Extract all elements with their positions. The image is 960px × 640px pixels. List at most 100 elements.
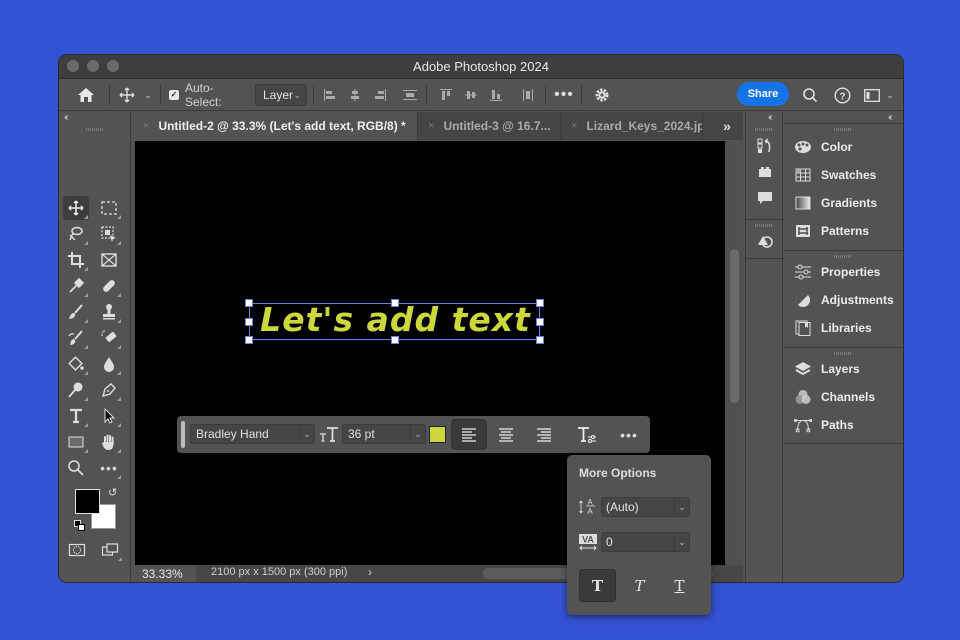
home-button[interactable]	[73, 79, 99, 111]
align-vertical-centers-button[interactable]	[462, 79, 480, 111]
leading-dropdown[interactable]: (Auto) ⌄	[601, 497, 690, 517]
move-tool[interactable]	[63, 196, 89, 220]
align-text-center-button[interactable]	[488, 419, 524, 450]
vertical-scrollbar[interactable]	[725, 141, 743, 565]
toolbar-grip[interactable]	[86, 128, 104, 131]
blur-tool[interactable]	[96, 352, 122, 376]
close-tab-icon[interactable]: ×	[571, 120, 577, 132]
collapse-dock-icon[interactable]: ‹‹	[768, 112, 772, 123]
text-color-swatch[interactable]	[429, 426, 446, 443]
shapes-panel-button[interactable]	[755, 230, 775, 250]
zoom-tool[interactable]	[63, 456, 89, 480]
default-colors-button[interactable]	[74, 520, 85, 531]
panel-channels[interactable]: Channels	[794, 385, 875, 409]
distribute-horizontal-button[interactable]	[519, 79, 537, 111]
text-layer-bounding-box[interactable]: Let's add text	[245, 299, 544, 344]
panel-patterns[interactable]: Patterns	[794, 219, 869, 243]
workspace-chevron-icon[interactable]: ⌄	[885, 79, 895, 111]
align-top-edges-button[interactable]	[437, 79, 455, 111]
tracking-dropdown[interactable]: 0 ⌄	[601, 532, 690, 552]
panel-properties[interactable]: Properties	[794, 260, 880, 284]
marquee-tool[interactable]	[96, 196, 122, 220]
auto-select-checkbox[interactable]: ✓	[168, 79, 180, 111]
transform-handle[interactable]	[245, 318, 253, 326]
swap-colors-button[interactable]: ↺	[108, 487, 120, 499]
underline-style-button[interactable]: T	[661, 569, 698, 602]
brush-tool[interactable]	[63, 300, 89, 324]
collapse-toolbar-icon[interactable]: ‹‹	[64, 112, 68, 123]
transform-handle[interactable]	[245, 299, 253, 307]
status-menu-chevron-icon[interactable]: ›	[368, 565, 372, 579]
share-button[interactable]: Share	[737, 82, 789, 106]
edit-toolbar-button[interactable]: •••	[96, 456, 122, 480]
eyedropper-tool[interactable]	[63, 274, 89, 298]
path-selection-tool[interactable]	[96, 404, 122, 428]
search-button[interactable]	[800, 79, 820, 111]
text-more-options-button[interactable]	[569, 419, 605, 450]
workspace-button[interactable]	[863, 79, 881, 111]
vertical-scrollbar-thumb[interactable]	[730, 249, 739, 403]
transform-handle[interactable]	[391, 299, 399, 307]
collapse-panels-icon[interactable]: ‹‹	[888, 112, 892, 123]
auto-select-target-dropdown[interactable]: Layer ⌄	[255, 84, 307, 106]
move-tool-options-button[interactable]	[117, 79, 137, 111]
more-tabs-button[interactable]: »	[715, 112, 739, 140]
panel-gradients[interactable]: Gradients	[794, 191, 877, 215]
font-size-dropdown[interactable]: 36 pt ⌄	[342, 424, 426, 444]
transform-handle[interactable]	[536, 299, 544, 307]
screen-mode-button[interactable]	[97, 538, 123, 562]
healing-brush-tool[interactable]	[96, 274, 122, 298]
distribute-vertical-button[interactable]	[401, 79, 419, 111]
align-right-edges-button[interactable]	[371, 79, 389, 111]
transform-handle[interactable]	[536, 318, 544, 326]
zoom-level[interactable]: 33.33%	[133, 565, 196, 582]
regular-style-button[interactable]: T	[579, 569, 616, 602]
task-bar-drag-handle[interactable]	[181, 421, 185, 448]
help-button[interactable]: ?	[832, 79, 852, 111]
pen-tool[interactable]	[96, 378, 122, 402]
close-tab-icon[interactable]: ×	[428, 120, 434, 132]
dodge-tool[interactable]	[63, 378, 89, 402]
align-left-edges-button[interactable]	[321, 79, 339, 111]
tab-untitled-3[interactable]: × Untitled-3 @ 16.7...	[418, 112, 561, 140]
comments-panel-button[interactable]	[755, 188, 775, 208]
type-tool[interactable]	[63, 404, 89, 428]
paint-bucket-tool[interactable]	[63, 352, 89, 376]
align-bottom-edges-button[interactable]	[487, 79, 505, 111]
transform-handle[interactable]	[245, 336, 253, 344]
foreground-color-swatch[interactable]	[75, 489, 100, 514]
settings-button[interactable]	[591, 79, 613, 111]
actions-panel-button[interactable]	[755, 162, 775, 182]
more-options-button[interactable]: •••	[553, 79, 575, 111]
panel-paths[interactable]: Paths	[794, 413, 854, 437]
transform-handle[interactable]	[536, 336, 544, 344]
panel-layers[interactable]: Layers	[794, 357, 860, 381]
hand-tool[interactable]	[96, 430, 122, 454]
history-brush-tool[interactable]	[63, 326, 89, 350]
font-family-dropdown[interactable]: Bradley Hand ⌄	[190, 424, 315, 444]
frame-tool[interactable]	[96, 248, 122, 272]
panel-color[interactable]: Color	[794, 135, 852, 159]
clone-stamp-tool[interactable]	[96, 300, 122, 324]
tool-preset-chevron-icon[interactable]: ⌄	[142, 79, 154, 111]
crop-tool[interactable]	[63, 248, 89, 272]
align-text-left-button[interactable]	[451, 419, 487, 450]
panel-swatches[interactable]: Swatches	[794, 163, 876, 187]
tab-lizard-keys[interactable]: × Lizard_Keys_2024.jpg	[561, 112, 703, 140]
transform-handle[interactable]	[391, 336, 399, 344]
italic-style-button[interactable]: T	[621, 569, 658, 602]
panel-adjustments[interactable]: Adjustments	[794, 288, 894, 312]
history-panel-button[interactable]	[755, 136, 775, 156]
tab-untitled-2[interactable]: × Untitled-2 @ 33.3% (Let's add text, RG…	[133, 112, 418, 140]
panel-libraries[interactable]: Libraries	[794, 316, 872, 340]
home-icon	[78, 88, 94, 102]
align-horizontal-centers-button[interactable]	[346, 79, 364, 111]
eraser-tool[interactable]	[96, 326, 122, 350]
task-bar-more-button[interactable]: •••	[611, 419, 647, 450]
lasso-tool[interactable]	[63, 222, 89, 246]
quick-mask-button[interactable]	[64, 538, 90, 562]
align-text-right-button[interactable]	[526, 419, 562, 450]
close-tab-icon[interactable]: ×	[143, 120, 149, 132]
rectangle-tool[interactable]	[63, 430, 89, 454]
object-selection-tool[interactable]	[96, 222, 122, 246]
